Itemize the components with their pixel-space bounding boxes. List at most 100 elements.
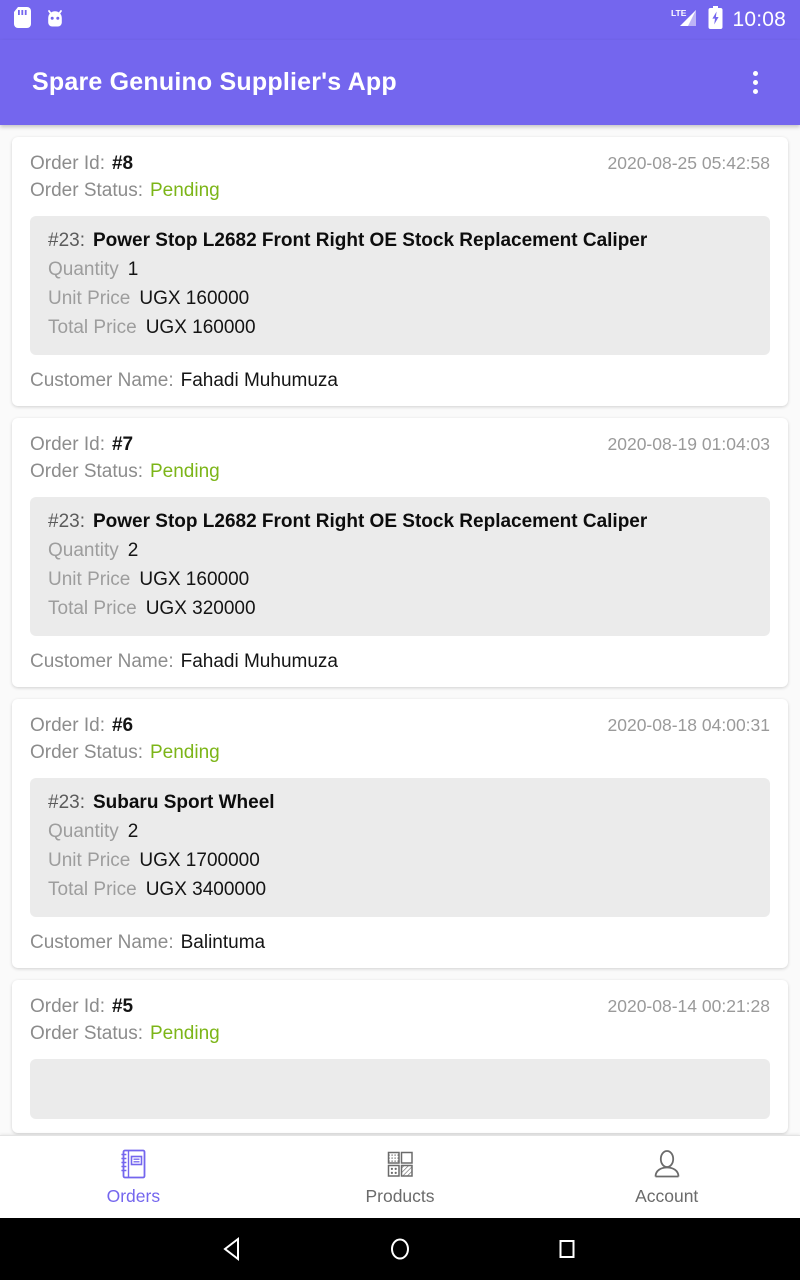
order-status-label: Order Status: (30, 180, 143, 201)
order-status-row: Order Status: Pending (30, 461, 770, 483)
home-circle-icon[interactable] (380, 1229, 420, 1269)
app-screen: LTE 10:08 Spare Genuino Supplier's App O… (0, 0, 800, 1280)
ledger-book-icon (118, 1147, 148, 1181)
status-badge: Pending (150, 742, 220, 763)
quantity-value: 2 (127, 821, 139, 842)
unit-price-value: UGX 1700000 (139, 850, 260, 871)
order-status-row: Order Status: Pending (30, 1023, 770, 1045)
order-date: 2020-08-18 04:00:31 (607, 715, 771, 735)
order-card[interactable]: Order Id: #6 2020-08-18 04:00:31 Order S… (12, 699, 788, 968)
quantity-label: Quantity (48, 821, 119, 842)
nav-item-products[interactable]: Products (267, 1136, 534, 1218)
customer-name-value: Balintuma (180, 932, 266, 953)
order-id-value: #8 (111, 153, 134, 174)
order-id-value: #7 (111, 434, 134, 455)
overflow-menu-icon[interactable] (732, 60, 778, 106)
unit-price-label: Unit Price (48, 850, 131, 871)
unit-price-label: Unit Price (48, 288, 131, 309)
app-bar: Spare Genuino Supplier's App (0, 40, 800, 125)
unit-price-label: Unit Price (48, 569, 131, 590)
nav-item-account[interactable]: Account (533, 1136, 800, 1218)
app-title: Spare Genuino Supplier's App (32, 68, 397, 96)
order-status-row: Order Status: Pending (30, 742, 770, 764)
nav-label-orders: Orders (106, 1186, 161, 1206)
customer-name-label: Customer Name: (30, 370, 174, 391)
item-title-row: #23: Power Stop L2682 Front Right OE Sto… (48, 511, 752, 533)
total-price-value: UGX 320000 (145, 598, 256, 619)
item-sku: #23: (48, 792, 85, 813)
item-sku: #23: (48, 230, 85, 251)
order-item-box: #23: Power Stop L2682 Front Right OE Sto… (30, 497, 770, 636)
item-unit-price-row: Unit Price UGX 160000 (48, 569, 752, 591)
quantity-value: 2 (127, 540, 139, 561)
item-title-row: #23: Subaru Sport Wheel (48, 792, 752, 814)
order-header: Order Id: #7 2020-08-19 01:04:03 (30, 434, 770, 456)
status-bar-clock: 10:08 (732, 8, 786, 31)
battery-charging-icon (708, 6, 723, 34)
customer-row: Customer Name: Balintuma (30, 932, 770, 954)
item-quantity-row: Quantity 2 (48, 821, 752, 843)
item-total-price-row: Total Price UGX 160000 (48, 317, 752, 339)
recents-square-icon[interactable] (547, 1229, 587, 1269)
total-price-label: Total Price (48, 598, 137, 619)
unit-price-value: UGX 160000 (139, 288, 250, 309)
total-price-value: UGX 3400000 (145, 879, 267, 900)
nav-label-account: Account (635, 1186, 699, 1206)
item-name: Subaru Sport Wheel (92, 792, 275, 813)
item-unit-price-row: Unit Price UGX 1700000 (48, 850, 752, 872)
item-total-price-row: Total Price UGX 320000 (48, 598, 752, 620)
order-header: Order Id: #5 2020-08-14 00:21:28 (30, 996, 770, 1018)
order-date: 2020-08-25 05:42:58 (607, 153, 771, 173)
order-item-box (30, 1059, 770, 1119)
customer-name-label: Customer Name: (30, 651, 174, 672)
status-badge: Pending (150, 180, 220, 201)
order-date: 2020-08-14 00:21:28 (607, 996, 771, 1016)
status-bar-right-icons: LTE 10:08 (671, 6, 786, 34)
back-triangle-icon[interactable] (213, 1229, 253, 1269)
order-card[interactable]: Order Id: #7 2020-08-19 01:04:03 Order S… (12, 418, 788, 687)
order-card[interactable]: Order Id: #8 2020-08-25 05:42:58 Order S… (12, 137, 788, 406)
order-id-label: Order Id: (30, 715, 105, 736)
quantity-value: 1 (127, 259, 139, 280)
order-id-value: #5 (111, 996, 134, 1017)
status-badge: Pending (150, 461, 220, 482)
total-price-label: Total Price (48, 317, 137, 338)
customer-name-label: Customer Name: (30, 932, 174, 953)
item-sku: #23: (48, 511, 85, 532)
android-system-navigation (0, 1218, 800, 1280)
sd-card-icon (14, 7, 31, 33)
quantity-label: Quantity (48, 259, 119, 280)
order-id-label: Order Id: (30, 153, 105, 174)
order-id-label: Order Id: (30, 434, 105, 455)
order-status-label: Order Status: (30, 742, 143, 763)
unit-price-value: UGX 160000 (139, 569, 250, 590)
status-badge: Pending (150, 1023, 220, 1044)
bottom-navigation: Orders Products Account (0, 1135, 800, 1218)
order-status-label: Order Status: (30, 461, 143, 482)
orders-list[interactable]: Order Id: #8 2020-08-25 05:42:58 Order S… (0, 125, 800, 1135)
order-header: Order Id: #8 2020-08-25 05:42:58 (30, 153, 770, 175)
item-total-price-row: Total Price UGX 3400000 (48, 879, 752, 901)
order-header: Order Id: #6 2020-08-18 04:00:31 (30, 715, 770, 737)
person-icon (652, 1147, 682, 1181)
item-unit-price-row: Unit Price UGX 160000 (48, 288, 752, 310)
order-card[interactable]: Order Id: #5 2020-08-14 00:21:28 Order S… (12, 980, 788, 1133)
order-item-box: #23: Subaru Sport Wheel Quantity 2 Unit … (30, 778, 770, 917)
status-bar-left-icons (14, 7, 65, 33)
order-status-label: Order Status: (30, 1023, 143, 1044)
total-price-label: Total Price (48, 879, 137, 900)
nav-item-orders[interactable]: Orders (0, 1136, 267, 1218)
android-bug-icon (45, 8, 65, 33)
customer-name-value: Fahadi Muhumuza (180, 370, 338, 391)
grid-squares-icon (385, 1147, 415, 1181)
customer-row: Customer Name: Fahadi Muhumuza (30, 370, 770, 392)
item-quantity-row: Quantity 1 (48, 259, 752, 281)
order-id-label: Order Id: (30, 996, 105, 1017)
order-date: 2020-08-19 01:04:03 (607, 434, 771, 454)
lte-signal-icon: LTE (671, 7, 699, 34)
customer-name-value: Fahadi Muhumuza (180, 651, 338, 672)
nav-label-products: Products (365, 1186, 435, 1206)
order-id-value: #6 (111, 715, 134, 736)
item-title-row: #23: Power Stop L2682 Front Right OE Sto… (48, 230, 752, 252)
status-bar: LTE 10:08 (0, 0, 800, 40)
